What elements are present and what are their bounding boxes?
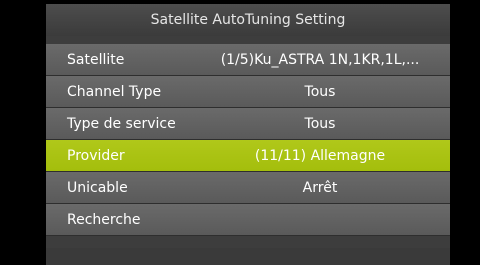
menu-item-label: Recherche — [67, 212, 141, 228]
menu-item-provider[interactable]: Provider (11/11) Allemagne — [46, 140, 450, 172]
autotuning-dialog: Satellite AutoTuning Setting Satellite (… — [46, 4, 450, 265]
menu-item-value: Arrêt — [302, 180, 338, 196]
menu-item-label: Channel Type — [67, 84, 162, 100]
menu-item-value: (11/11) Allemagne — [254, 148, 386, 164]
menu-item-satellite[interactable]: Satellite (1/5)Ku_ASTRA 1N,1KR,1L,... — [46, 44, 450, 76]
menu-item-value: Tous — [304, 116, 336, 132]
menu-item-channel-type[interactable]: Channel Type Tous — [46, 76, 450, 108]
menu-item-value: (1/5)Ku_ASTRA 1N,1KR,1L,... — [220, 52, 420, 68]
menu-item-label: Unicable — [67, 180, 128, 196]
footer-bar — [46, 248, 450, 265]
menu-item-label: Satellite — [67, 52, 125, 68]
menu-item-label: Provider — [67, 148, 125, 164]
menu-list: Satellite (1/5)Ku_ASTRA 1N,1KR,1L,... Ch… — [46, 44, 450, 236]
menu-item-search[interactable]: Recherche — [46, 204, 450, 236]
menu-item-label: Type de service — [67, 116, 176, 132]
menu-item-service-type[interactable]: Type de service Tous — [46, 108, 450, 140]
menu-item-unicable[interactable]: Unicable Arrêt — [46, 172, 450, 204]
menu-item-value: Tous — [304, 84, 336, 100]
dialog-title: Satellite AutoTuning Setting — [46, 4, 450, 36]
